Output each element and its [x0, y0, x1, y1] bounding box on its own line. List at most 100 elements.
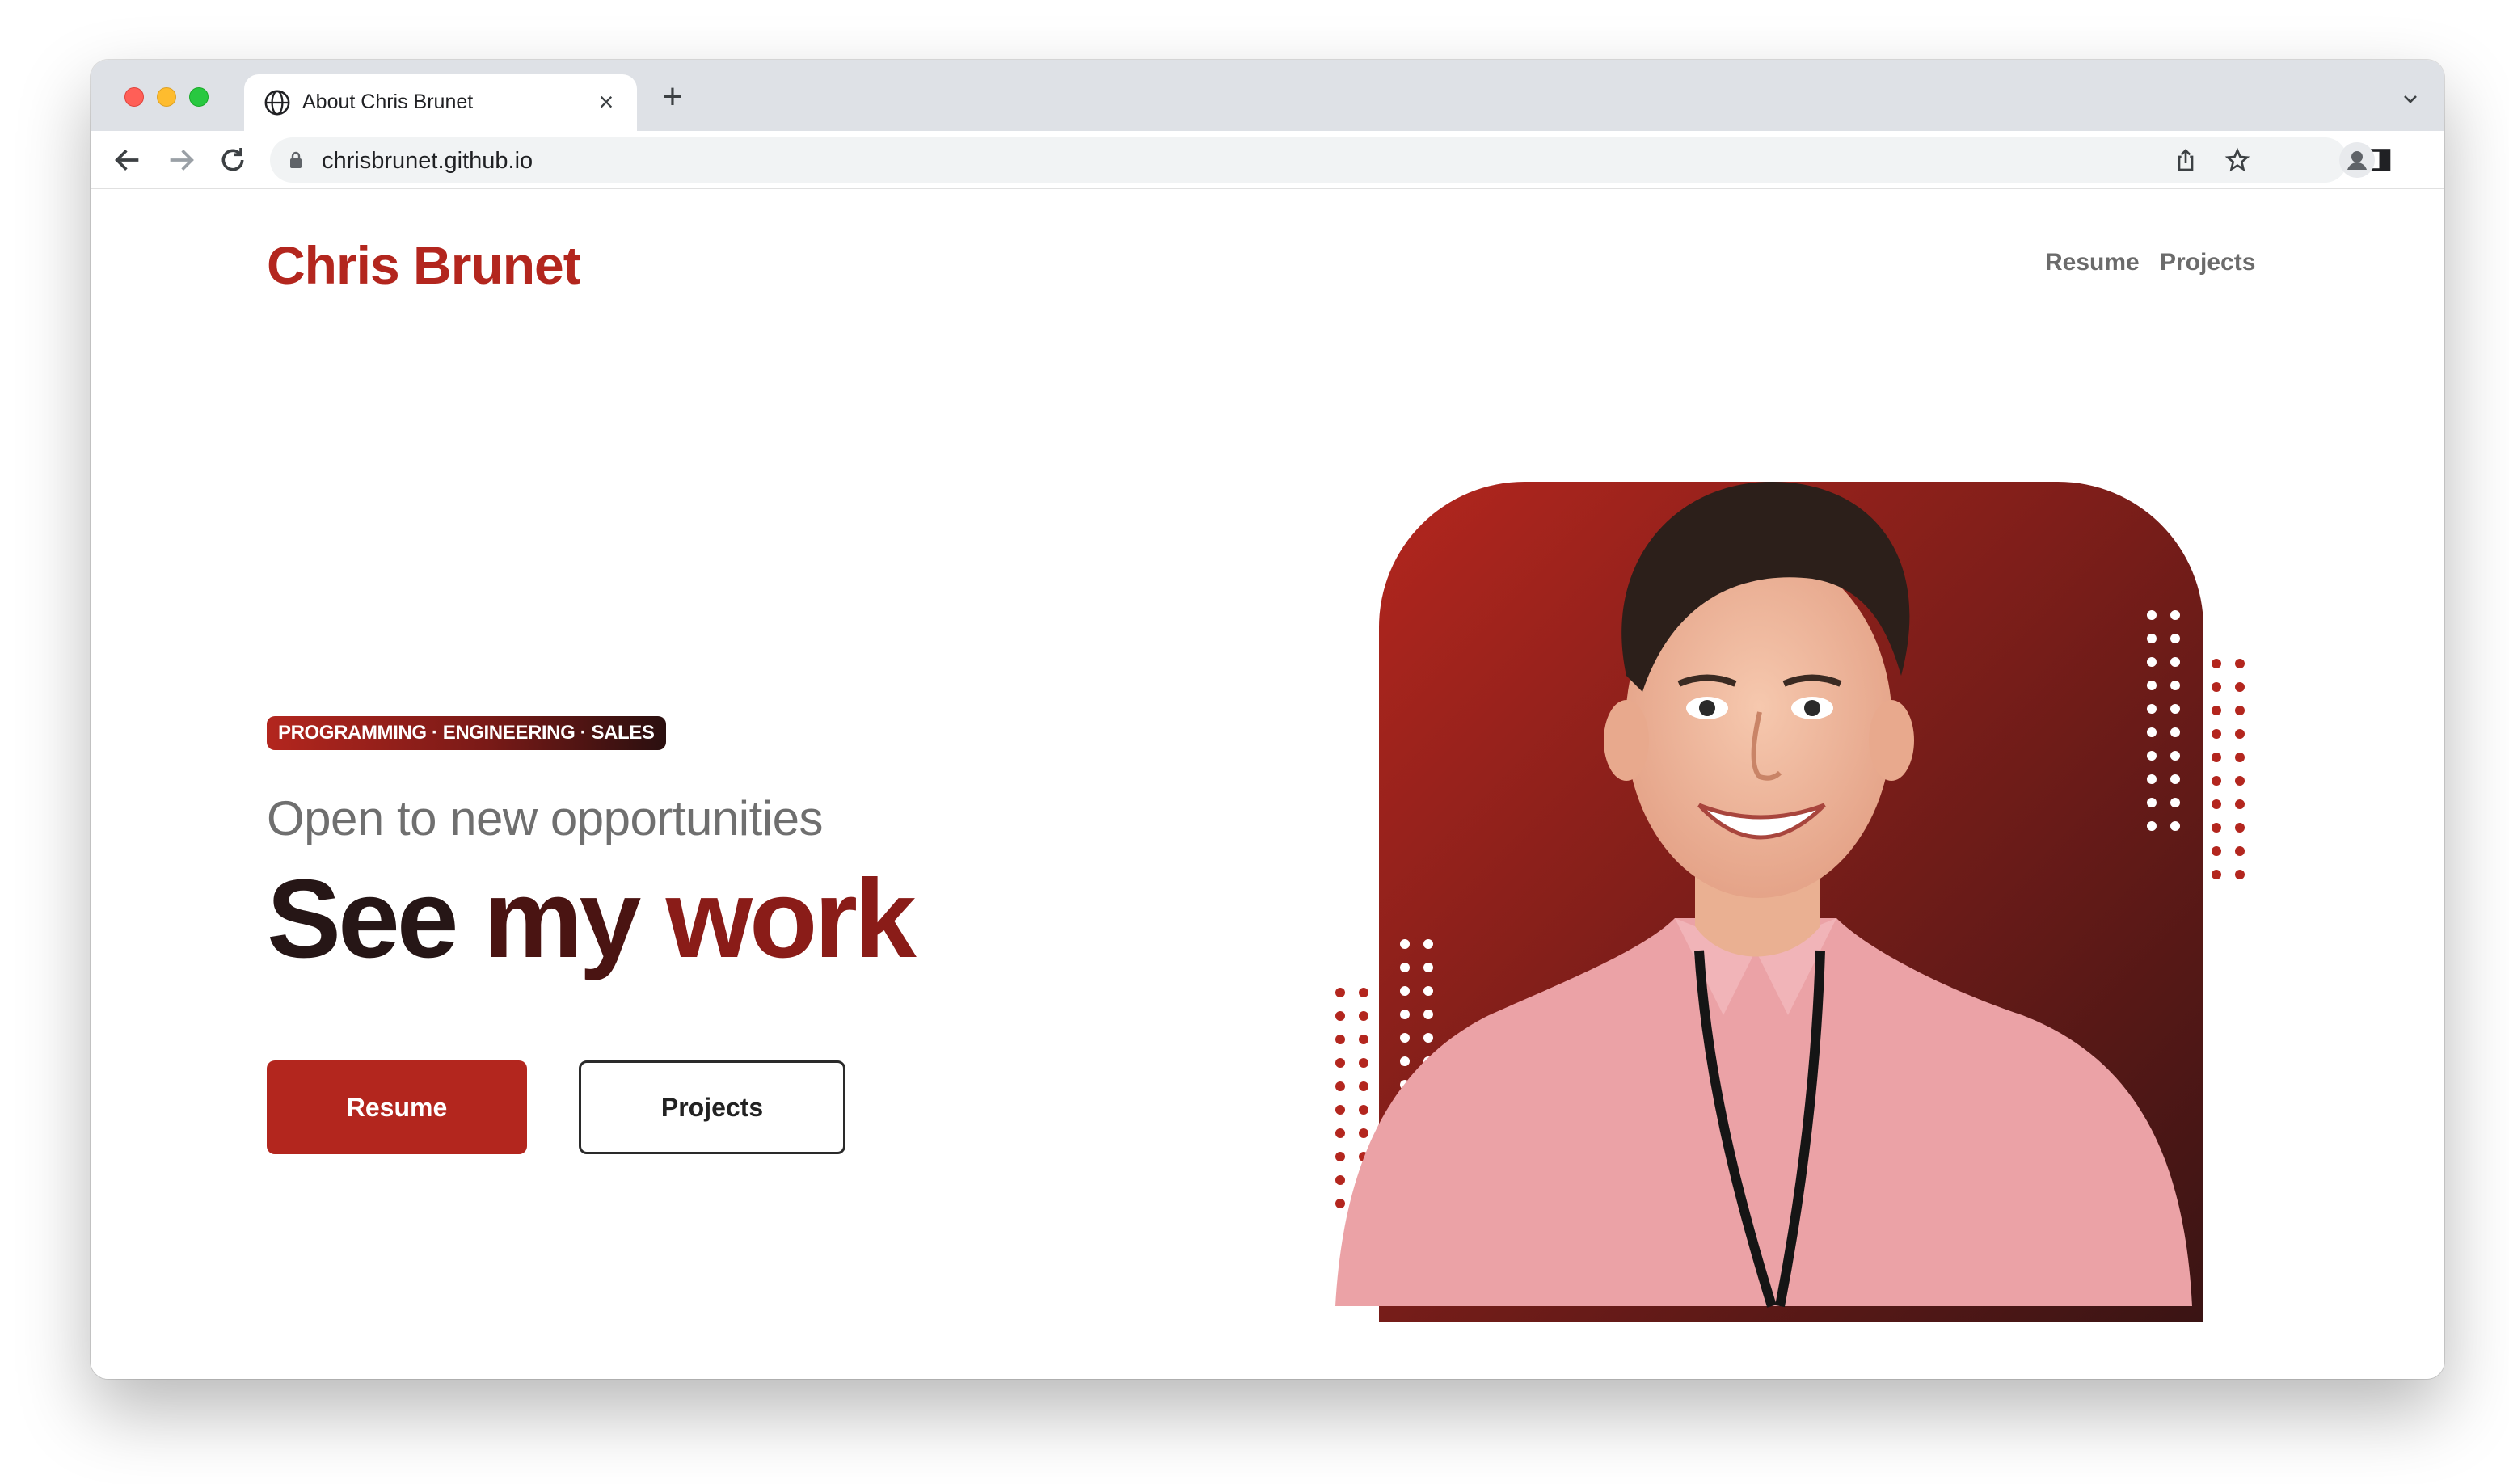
- browser-window: About Chris Brunet × + chrisbrunet.githu…: [91, 60, 2444, 1379]
- decorative-dot: [2212, 799, 2221, 809]
- decorative-dot: [2235, 799, 2245, 809]
- decorative-dot: [2212, 659, 2221, 668]
- decorative-dot: [2147, 704, 2157, 714]
- decorative-dot: [2235, 706, 2245, 715]
- decorative-dot: [2170, 610, 2180, 620]
- decorative-dot: [1423, 939, 1433, 949]
- decorative-dot: [1335, 1105, 1345, 1115]
- decorative-dot: [2147, 610, 2157, 620]
- decorative-dot: [2147, 774, 2157, 784]
- decorative-dot: [2170, 657, 2180, 667]
- decorative-dot: [1359, 1128, 1368, 1138]
- decorative-dot: [1335, 988, 1345, 997]
- web-page: Chris Brunet Resume Projects PROGRAMMING…: [91, 191, 2444, 1379]
- profile-button[interactable]: [2339, 142, 2375, 178]
- decorative-dot: [2212, 776, 2221, 786]
- decorative-dot: [1359, 1058, 1368, 1068]
- decorative-dot: [1400, 939, 1410, 949]
- decorative-dot: [1335, 1152, 1345, 1161]
- decorative-dot: [1335, 1081, 1345, 1091]
- nav-resume-link[interactable]: Resume: [2045, 249, 2140, 276]
- decorative-dot: [2147, 751, 2157, 761]
- decorative-dot: [2170, 774, 2180, 784]
- decorative-dot: [1400, 1010, 1410, 1019]
- decorative-dot: [1335, 1199, 1345, 1208]
- plus-icon[interactable]: +: [653, 79, 692, 118]
- decorative-dot: [2170, 681, 2180, 690]
- decorative-dot: [2212, 753, 2221, 762]
- decorative-dot: [1335, 1058, 1345, 1068]
- skills-badge: PROGRAMMING · ENGINEERING · SALES: [267, 716, 666, 750]
- decorative-dot: [2147, 821, 2157, 831]
- decorative-dot: [2147, 798, 2157, 807]
- maximize-window-button[interactable]: [189, 87, 209, 107]
- hero-portrait-illustration: [1335, 482, 2245, 1322]
- decorative-dot: [1359, 1035, 1368, 1044]
- decorative-dot: [2235, 823, 2245, 833]
- nav-projects-link[interactable]: Projects: [2160, 249, 2255, 276]
- decorative-dot: [1400, 1033, 1410, 1043]
- decorative-dot: [2170, 727, 2180, 737]
- headline-word: See: [267, 857, 459, 981]
- decorative-dot: [1423, 1010, 1433, 1019]
- site-brand-logo[interactable]: Chris Brunet: [267, 234, 581, 296]
- headline-word: work: [665, 857, 917, 981]
- decorative-dot: [1423, 963, 1433, 972]
- globe-icon: [264, 90, 290, 116]
- url-text: chrisbrunet.github.io: [322, 148, 533, 174]
- decorative-dot: [2147, 657, 2157, 667]
- decorative-dot: [1400, 986, 1410, 996]
- reload-icon[interactable]: [217, 144, 249, 176]
- decorative-dot: [2212, 729, 2221, 739]
- decorative-dot: [2235, 729, 2245, 739]
- decorative-dot: [1423, 1033, 1433, 1043]
- resume-button[interactable]: Resume: [267, 1060, 527, 1154]
- back-arrow-icon[interactable]: [112, 144, 144, 176]
- decorative-dot: [2147, 727, 2157, 737]
- projects-button[interactable]: Projects: [579, 1060, 845, 1154]
- decorative-dot: [1359, 988, 1368, 997]
- browser-tab[interactable]: About Chris Brunet ×: [244, 74, 637, 131]
- decorative-dot: [2170, 798, 2180, 807]
- decorative-dot: [2170, 704, 2180, 714]
- close-icon[interactable]: ×: [590, 86, 622, 118]
- decorative-dot: [1359, 1081, 1368, 1091]
- decorative-dot: [2170, 751, 2180, 761]
- decorative-dot: [2235, 753, 2245, 762]
- decorative-dot: [2212, 706, 2221, 715]
- decorative-dot: [2235, 846, 2245, 856]
- decorative-dot: [1400, 963, 1410, 972]
- hero-subheading: Open to new opportunities: [267, 791, 823, 845]
- decorative-dot: [1423, 986, 1433, 996]
- share-icon[interactable]: [2173, 147, 2199, 173]
- decorative-dot: [2212, 823, 2221, 833]
- decorative-dot: [2170, 821, 2180, 831]
- close-window-button[interactable]: [124, 87, 144, 107]
- browser-toolbar: chrisbrunet.github.io: [91, 131, 2444, 189]
- decorative-dot: [1359, 1105, 1368, 1115]
- decorative-dot: [2147, 634, 2157, 643]
- decorative-dot: [2212, 870, 2221, 879]
- tab-title: About Chris Brunet: [302, 91, 474, 113]
- decorative-dot: [1335, 1128, 1345, 1138]
- decorative-dot: [1400, 1056, 1410, 1066]
- decorative-dot: [1335, 1011, 1345, 1021]
- decorative-dot: [1335, 1175, 1345, 1185]
- decorative-dot: [2212, 682, 2221, 692]
- decorative-dot: [1359, 1011, 1368, 1021]
- decorative-dot: [2147, 681, 2157, 690]
- decorative-dot: [2235, 659, 2245, 668]
- star-icon[interactable]: [2224, 147, 2250, 173]
- hero-headline: See my work: [267, 863, 917, 975]
- minimize-window-button[interactable]: [157, 87, 176, 107]
- decorative-dot: [2170, 634, 2180, 643]
- decorative-dot: [2235, 870, 2245, 879]
- decorative-dot: [2212, 846, 2221, 856]
- address-bar[interactable]: chrisbrunet.github.io: [270, 137, 2347, 183]
- chevron-down-icon[interactable]: [2401, 89, 2420, 108]
- lock-icon[interactable]: [288, 150, 304, 170]
- forward-arrow-icon[interactable]: [165, 144, 197, 176]
- profile-icon: [2347, 151, 2367, 170]
- tab-bar: About Chris Brunet × +: [91, 60, 2444, 131]
- decorative-dot: [2235, 776, 2245, 786]
